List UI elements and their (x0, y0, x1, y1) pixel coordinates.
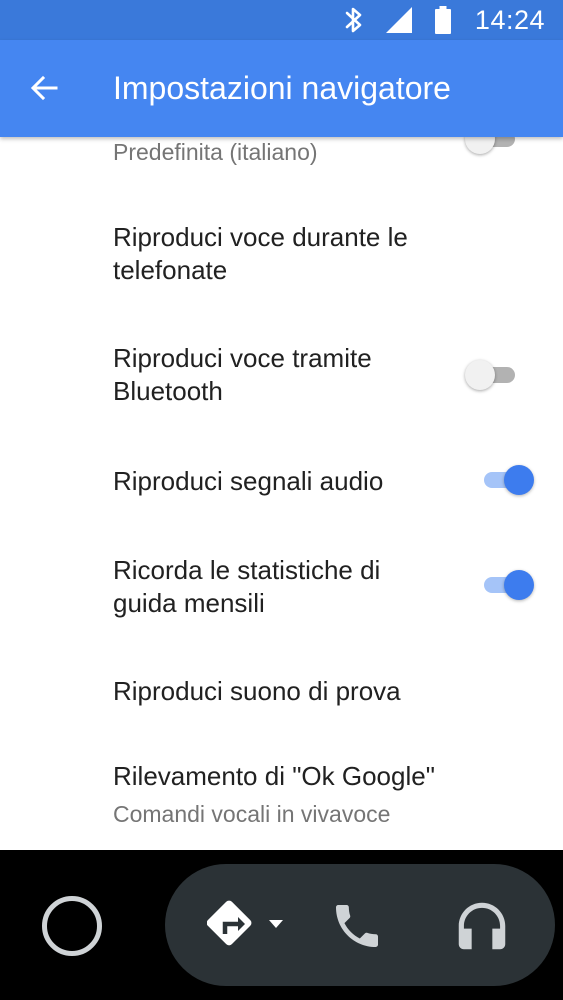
settings-list: Predefinita (italiano) Riproduci voce du… (0, 137, 563, 850)
headphones-button[interactable] (450, 894, 514, 958)
status-bar: 14:24 (0, 0, 563, 40)
setting-title: Riproduci voce tramite Bluetooth (113, 343, 372, 406)
setting-monthly-stats[interactable]: Ricorda le statistiche di guida mensili (0, 552, 563, 652)
setting-voice-bluetooth[interactable]: Riproduci voce tramite Bluetooth (0, 340, 563, 440)
headphones-icon (458, 902, 506, 950)
setting-title: Riproduci suono di prova (113, 676, 401, 706)
audio-signals-toggle[interactable] (474, 462, 534, 498)
battery-icon (434, 6, 451, 34)
setting-test-sound[interactable]: Riproduci suono di prova (0, 667, 563, 727)
switch-thumb (504, 570, 534, 600)
switch-thumb (504, 465, 534, 495)
app-pill (165, 864, 555, 986)
bottom-nav-bar (0, 850, 563, 1000)
voice-bluetooth-toggle[interactable] (465, 357, 525, 393)
switch-thumb (465, 137, 495, 154)
page-title: Impostazioni navigatore (113, 70, 451, 106)
status-icons: 14:24 (343, 0, 545, 40)
setting-title: Riproduci voce durante le telefonate (113, 222, 408, 285)
app-bar: Impostazioni navigatore (0, 40, 563, 137)
setting-title: Riproduci segnali audio (113, 466, 384, 496)
voice-language-subtitle: Predefinita (italiano) (113, 139, 318, 165)
bluetooth-icon (345, 7, 362, 33)
signal-icon (385, 7, 412, 33)
back-button[interactable] (26, 70, 62, 106)
setting-subtitle: Comandi vocali in vivavoce (113, 801, 391, 827)
setting-title: Rilevamento di "Ok Google" (113, 761, 435, 791)
status-clock: 14:24 (474, 4, 545, 35)
monthly-stats-toggle[interactable] (474, 567, 534, 603)
setting-voice-during-calls[interactable]: Riproduci voce durante le telefonate (0, 137, 563, 317)
setting-title: Ricorda le statistiche di guida mensili (113, 555, 381, 618)
switch-thumb (465, 360, 495, 390)
navigation-icon (207, 900, 283, 946)
phone-button[interactable] (327, 896, 387, 956)
home-circle-icon[interactable] (42, 896, 102, 956)
setting-ok-google[interactable]: Rilevamento di "Ok Google" Comandi vocal… (0, 757, 563, 837)
setting-audio-signals[interactable]: Riproduci segnali audio (0, 457, 563, 517)
arrow-back-icon (30, 75, 58, 101)
navigation-button[interactable] (207, 896, 287, 954)
phone-icon (336, 905, 378, 947)
voice-during-calls-toggle[interactable] (465, 137, 525, 157)
